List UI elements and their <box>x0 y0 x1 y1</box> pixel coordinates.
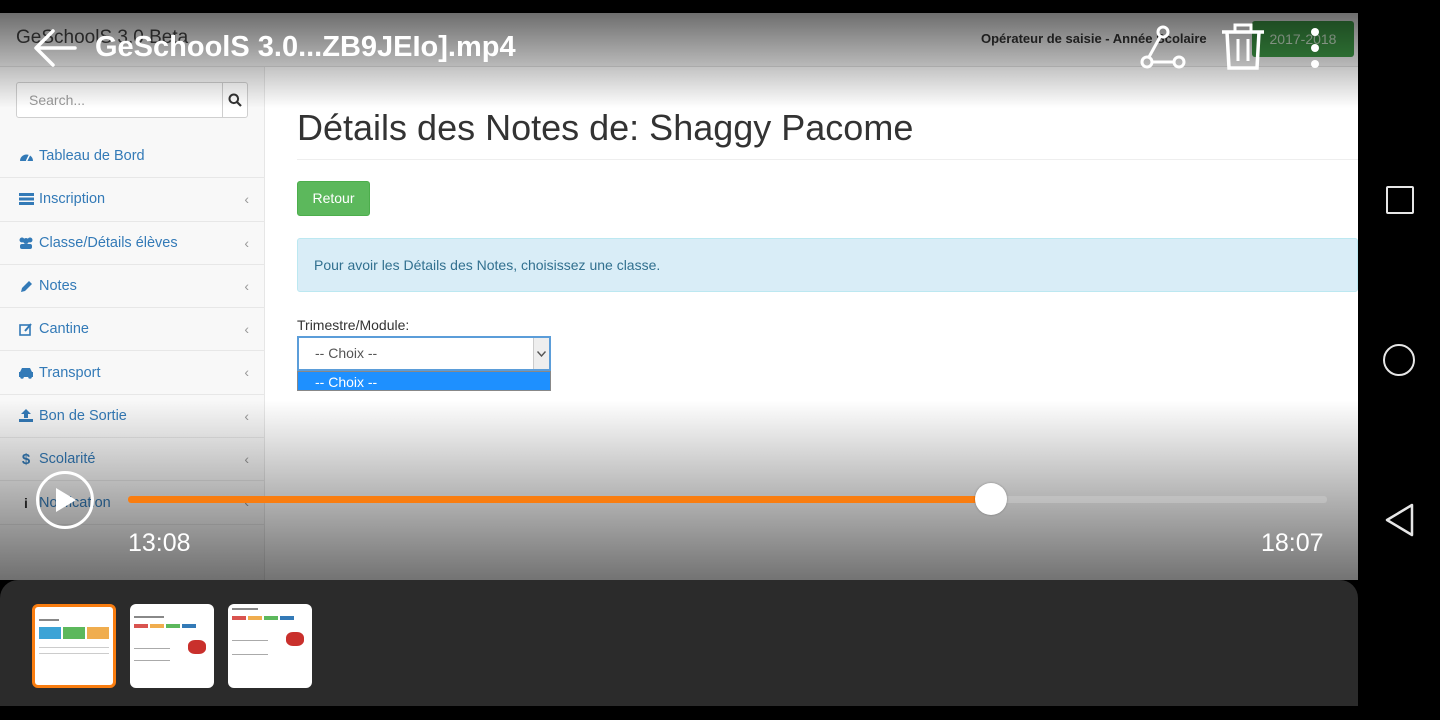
sidebar-item-inscription[interactable]: Inscription ‹ <box>0 178 265 222</box>
sidebar-item-label: Scolarité <box>39 451 96 468</box>
chevron-left-icon: ‹ <box>244 321 249 338</box>
sidebar-item-label: Tableau de Bord <box>39 148 145 165</box>
search-button[interactable] <box>222 83 247 117</box>
info-icon: i <box>24 494 28 511</box>
video-title: GeSchoolS 3.0...ZB9JEIo].mp4 <box>95 31 516 63</box>
trimestre-label: Trimestre/Module: <box>297 317 410 333</box>
trimestre-select[interactable]: -- Choix -- <box>297 336 551 371</box>
upload-icon <box>18 409 34 423</box>
sidebar-item-classe[interactable]: Classe/Détails élèves ‹ <box>0 222 265 265</box>
share-icon <box>1140 25 1186 69</box>
chevron-left-icon: ‹ <box>244 364 249 381</box>
dollar-icon: $ <box>21 450 31 468</box>
dashboard-icon <box>18 149 34 163</box>
sidebar-item-scolarite[interactable]: $ Scolarité ‹ <box>0 438 265 482</box>
sidebar-item-bon-de-sortie[interactable]: Bon de Sortie ‹ <box>0 395 265 439</box>
info-alert: Pour avoir les Détails des Notes, choisi… <box>297 238 1358 292</box>
chevron-left-icon: ‹ <box>244 451 249 468</box>
sidebar-item-label: Classe/Détails élèves <box>39 234 178 251</box>
thumbnail-3[interactable] <box>228 604 312 688</box>
video-frame[interactable]: GeSchoolS 3.0 Beta Opérateur de saisie -… <box>0 13 1358 580</box>
retour-button[interactable]: Retour <box>297 181 370 216</box>
sidebar-item-tableau-de-bord[interactable]: Tableau de Bord <box>0 135 265 179</box>
select-option[interactable]: -- Choix -- <box>297 371 551 391</box>
chevron-left-icon: ‹ <box>244 277 249 294</box>
chevron-left-icon: ‹ <box>244 407 249 424</box>
recent-apps-icon[interactable] <box>1386 186 1414 214</box>
current-time: 13:08 <box>128 529 191 557</box>
sidebar-item-label: Notes <box>39 278 77 295</box>
back-icon[interactable] <box>1384 503 1416 537</box>
page-title: Détails des Notes de: Shaggy Pacome <box>297 107 914 148</box>
sidebar-item-label: Transport <box>39 364 101 381</box>
share-button[interactable] <box>1138 24 1188 74</box>
sidebar-item-label: Cantine <box>39 321 89 338</box>
thumbnail-2[interactable] <box>130 604 214 688</box>
list-icon <box>18 192 34 206</box>
delete-button[interactable] <box>1218 22 1268 72</box>
sidebar-item-notes[interactable]: Notes ‹ <box>0 265 265 309</box>
sidebar-item-label: Bon de Sortie <box>39 407 127 424</box>
search-input[interactable] <box>17 83 222 117</box>
sidebar-item-label: Inscription <box>39 191 106 208</box>
chevron-left-icon: ‹ <box>244 191 249 208</box>
seek-progress <box>128 496 992 503</box>
trash-icon <box>1222 23 1264 70</box>
car-icon <box>18 366 34 380</box>
select-value: -- Choix -- <box>315 345 378 361</box>
search-icon <box>228 93 242 107</box>
home-icon[interactable] <box>1383 344 1415 376</box>
search-box <box>16 82 248 118</box>
more-vert-icon <box>1311 28 1319 68</box>
thumbnail-1[interactable] <box>32 604 116 688</box>
sidebar-item-cantine[interactable]: Cantine ‹ <box>0 308 265 352</box>
back-arrow-icon <box>34 29 77 67</box>
pencil-icon <box>18 279 34 293</box>
sidebar-nav: Tableau de Bord Inscription ‹ Classe/Dét… <box>0 135 265 525</box>
thumbnail-strip <box>0 580 1358 706</box>
users-icon <box>18 236 34 250</box>
chevron-down-icon <box>533 338 549 369</box>
more-options-button[interactable] <box>1300 24 1330 74</box>
chevron-left-icon: ‹ <box>244 234 249 251</box>
seek-bar[interactable] <box>128 483 1327 515</box>
back-button[interactable] <box>30 25 80 71</box>
sidebar-item-transport[interactable]: Transport ‹ <box>0 351 265 395</box>
duration: 18:07 <box>1261 529 1324 557</box>
divider <box>297 159 1358 160</box>
edit-icon <box>18 322 34 336</box>
play-icon <box>56 488 76 512</box>
play-button[interactable] <box>36 471 94 529</box>
system-nav-bar <box>1358 0 1440 720</box>
